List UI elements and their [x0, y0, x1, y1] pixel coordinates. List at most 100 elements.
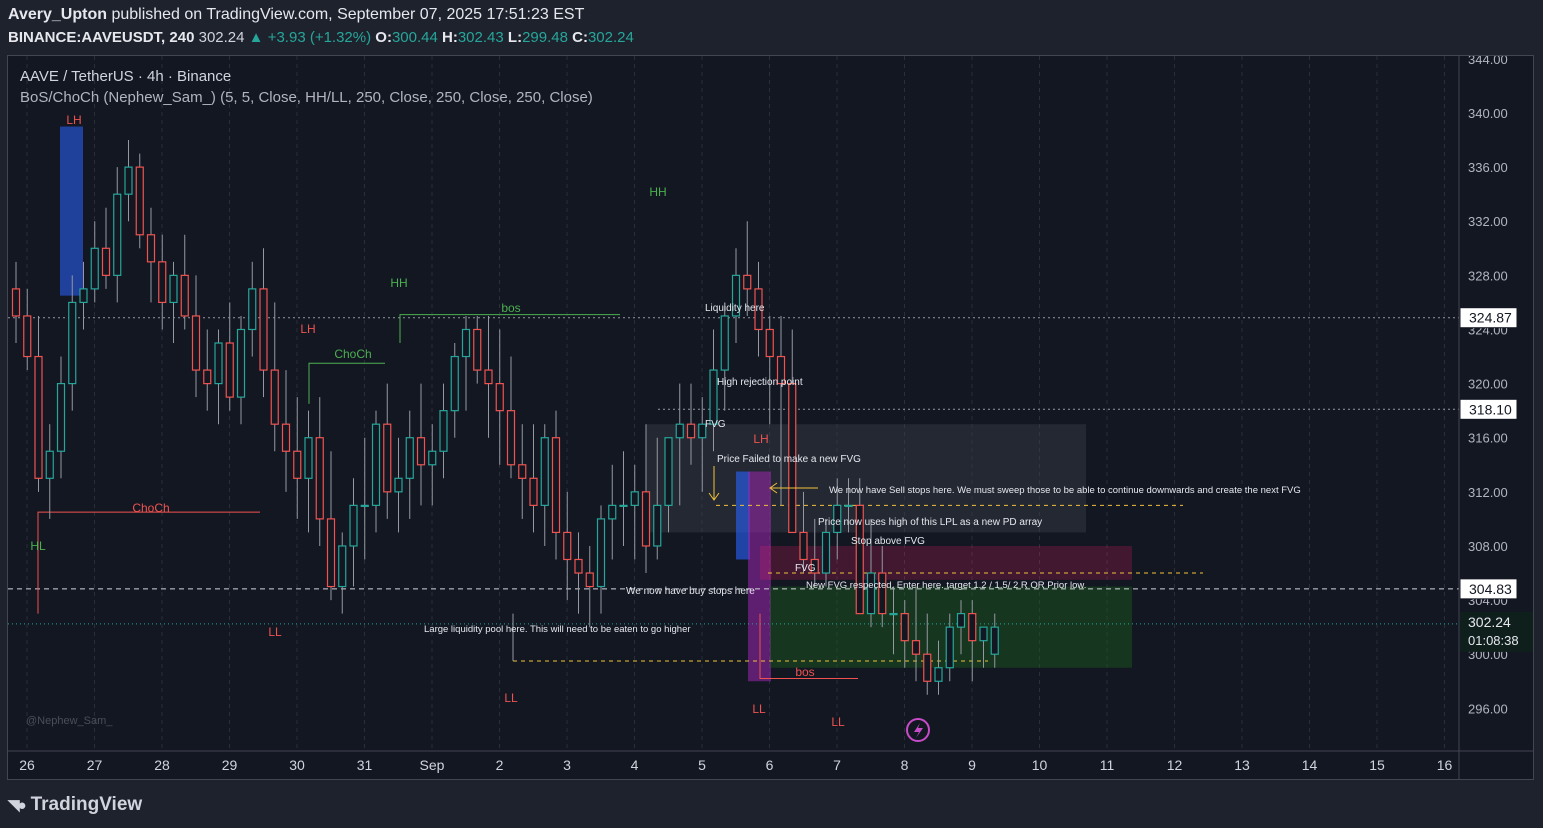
candle-body — [653, 504, 662, 547]
candle-body — [664, 437, 673, 506]
candle-body — [135, 166, 144, 236]
candle-body — [439, 410, 448, 452]
bos-label-2: bos — [795, 665, 814, 679]
symbol-header: BINANCE:AAVEUSDT, 240 302.24 ▲ +3.93 (+1… — [8, 29, 634, 46]
hh-label-2: HH — [390, 276, 407, 290]
candle-body — [934, 667, 943, 682]
bos-line-1 — [399, 314, 620, 344]
y-tick-label: 316.00 — [1468, 431, 1508, 446]
low-label: L: — [507, 29, 523, 46]
y-tick-label: 328.00 — [1468, 268, 1508, 283]
candle-body — [968, 613, 977, 642]
candle-body — [461, 328, 471, 358]
candle-body — [821, 531, 831, 574]
ll-label-1: LL — [268, 625, 282, 639]
symbol-legend[interactable]: AAVE / TetherUS · 4h · Binance — [20, 68, 231, 85]
choch-line-1 — [37, 511, 260, 614]
lh-label-1: LH — [66, 113, 81, 127]
candle-body — [743, 274, 752, 290]
x-tick-label: 6 — [766, 757, 774, 773]
y-tick-label: 296.00 — [1468, 701, 1508, 716]
candle-body — [416, 437, 426, 466]
x-tick-label: 3 — [563, 757, 571, 773]
close-value: 302.24 — [587, 29, 634, 46]
ll-label-2: LL — [504, 691, 518, 705]
high-label: H: — [442, 29, 458, 46]
x-tick-label: 30 — [289, 757, 305, 773]
candle-body — [405, 437, 414, 479]
candle-body — [630, 491, 639, 506]
open-label: O: — [375, 29, 392, 46]
indicator-legend[interactable]: BoS/ChoCh (Nephew_Sam_) (5, 5, Close, HH… — [20, 89, 593, 106]
candle-body — [338, 545, 347, 588]
candle-body — [585, 572, 594, 588]
candle-body — [956, 613, 966, 628]
blue-zone — [60, 126, 83, 296]
candle-body — [349, 504, 358, 547]
candle-body — [158, 261, 167, 304]
choch-line-2 — [308, 362, 385, 404]
y-tick-label: 344.00 — [1468, 56, 1508, 67]
note-rejection: High rejection point — [717, 377, 803, 388]
note-sell-stops: We now have Sell stops here. We must swe… — [829, 485, 1301, 496]
candle-body — [124, 166, 133, 195]
bos-label-1: bos — [501, 301, 520, 315]
tradingview-logo[interactable]: ◥● TradingView — [8, 794, 142, 816]
candle-body — [619, 504, 628, 507]
candle-body — [225, 342, 234, 398]
tradingview-logo-icon: ◥● — [8, 797, 27, 814]
candle-body — [23, 315, 32, 358]
candle-body — [270, 369, 279, 425]
candle-body — [281, 423, 291, 452]
publish-header: Avery_Upton published on TradingView.com… — [8, 6, 584, 24]
candle-body — [79, 288, 88, 304]
ll-label-4: LL — [831, 715, 845, 729]
note-fvg-2: FVG — [795, 563, 816, 574]
author-name[interactable]: Avery_Upton — [8, 6, 107, 23]
x-tick-label: 5 — [698, 757, 706, 773]
candle-body — [473, 328, 482, 371]
candle-body — [574, 558, 583, 574]
chart-panel[interactable]: LH HH HH LH LH HL LL LL LL LL ChoCh ChoCh bos bos Liqu… — [7, 55, 1534, 780]
candle-body — [923, 653, 932, 682]
x-tick-label: 26 — [19, 757, 35, 773]
note-buy-stops: We now have buy stops here — [626, 586, 755, 597]
note-fvg-1: FVG — [705, 419, 726, 430]
low-value: 299.48 — [522, 29, 568, 46]
candle-body — [889, 613, 898, 616]
candle-body — [293, 450, 302, 479]
publish-info: published on TradingView.com, September … — [111, 6, 585, 23]
note-liquidity: Liquidity here — [705, 303, 765, 314]
candle-body — [563, 531, 572, 561]
x-tick-label: 7 — [833, 757, 841, 773]
choch-label-2: ChoCh — [334, 347, 371, 361]
y-tick-label: 320.00 — [1468, 377, 1508, 392]
current-price-label: 302.24 — [1468, 614, 1511, 630]
candle-body — [484, 369, 493, 385]
hh-label-1: HH — [649, 185, 666, 199]
x-tick-label: 31 — [357, 757, 373, 773]
price-chart[interactable]: LH HH HH LH LH HL LL LL LL LL ChoCh ChoCh bos bos Liqu… — [8, 56, 1534, 780]
candle-body — [518, 464, 527, 479]
x-tick-label: 2 — [496, 757, 504, 773]
candle-body — [191, 315, 201, 371]
x-tick-label: 16 — [1437, 757, 1453, 773]
brand-name: TradingView — [30, 794, 143, 815]
candle-body — [675, 423, 684, 439]
candle-body — [101, 247, 111, 276]
candle-body — [720, 315, 729, 371]
candle-body — [304, 437, 313, 479]
candle-body — [900, 613, 909, 642]
zones — [60, 126, 1132, 682]
note-lpl-array: Price now uses high of this LPL as a new… — [818, 517, 1042, 528]
candle-body — [360, 504, 369, 507]
candle-body — [540, 437, 549, 506]
grid — [26, 56, 1445, 751]
x-tick-label: 14 — [1302, 757, 1318, 773]
candle-body — [113, 193, 122, 276]
candle-body — [844, 504, 853, 507]
candle-body — [799, 531, 808, 561]
close-label: C: — [572, 29, 588, 46]
x-tick-label: 28 — [154, 757, 170, 773]
candle-body — [259, 288, 268, 371]
